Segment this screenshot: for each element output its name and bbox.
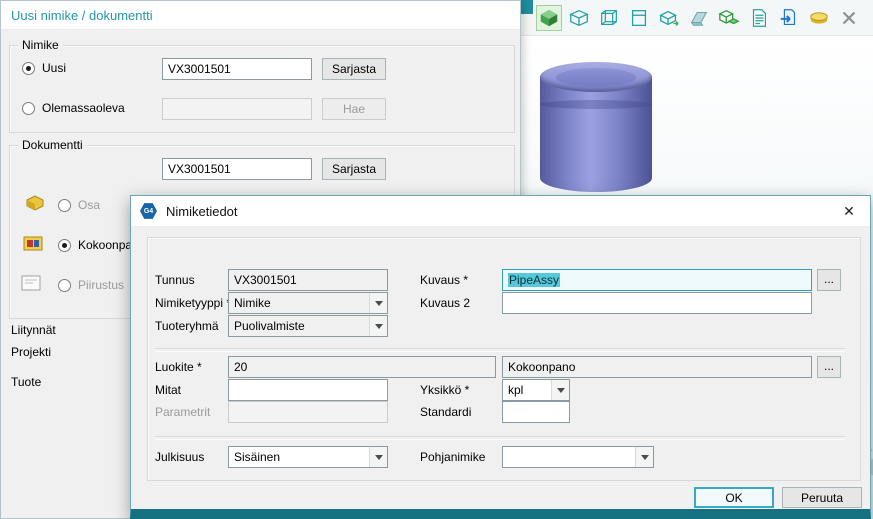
chevron-down-icon[interactable]: [369, 316, 387, 336]
luokite-label: Luokite *: [155, 360, 202, 374]
mitat-label: Mitat: [155, 383, 181, 397]
tuoteryhma-value: Puolivalmiste: [234, 319, 305, 333]
parametrit-field: [228, 401, 388, 423]
dokumentti-group-label: Dokumentti: [18, 138, 87, 152]
screen: Uusi nimike / dokumentti Nimike Uusi VX3…: [0, 0, 873, 519]
folded-sheet-icon[interactable]: [687, 6, 711, 30]
new-item-dialog-titlebar[interactable]: Uusi nimike / dokumentti: [1, 1, 520, 30]
sarjasta-button-document[interactable]: Sarjasta: [322, 158, 386, 180]
existing-item-id-input: [162, 98, 312, 120]
pohjanimike-label: Pohjanimike: [420, 450, 485, 464]
nimiketyyppi-value: Nimike: [234, 296, 271, 310]
kuvaus2-label: Kuvaus 2: [420, 296, 470, 310]
kuvaus-value-selected: PipeAssy: [508, 273, 560, 287]
open-box-icon[interactable]: [567, 6, 591, 30]
mitat-field[interactable]: [228, 379, 388, 401]
part-icon: [24, 194, 46, 212]
separator: [155, 436, 845, 440]
standardi-field[interactable]: [502, 401, 570, 423]
kuvaus-label: Kuvaus *: [420, 273, 468, 287]
delete-x-icon[interactable]: [837, 6, 861, 30]
radio-olemassaoleva-circle[interactable]: [22, 102, 35, 115]
radio-osa[interactable]: Osa: [58, 198, 100, 212]
radio-piirustus-label: Piirustus: [78, 278, 124, 292]
close-icon[interactable]: ✕: [834, 203, 864, 220]
chevron-down-icon[interactable]: [551, 380, 569, 400]
chevron-down-icon[interactable]: [369, 293, 387, 313]
luokite-description-value: Kokoonpano: [508, 360, 575, 374]
kuvaus-browse-button[interactable]: ...: [817, 269, 841, 291]
tunnus-field[interactable]: VX3001501: [228, 269, 388, 291]
box-arrow-icon[interactable]: [657, 6, 681, 30]
radio-piirustus-circle[interactable]: [58, 279, 71, 292]
model-groove: [540, 100, 652, 109]
sheet-model-icon[interactable]: [627, 6, 651, 30]
tuoteryhma-combobox[interactable]: Puolivalmiste: [228, 315, 388, 337]
yksikko-label: Yksikkö *: [420, 383, 469, 397]
chevron-down-icon[interactable]: [635, 447, 653, 467]
ok-button[interactable]: OK: [694, 487, 774, 508]
wireframe-cube-icon[interactable]: [597, 6, 621, 30]
3d-model-cylinder[interactable]: [536, 56, 656, 208]
document-lines-icon[interactable]: [747, 6, 771, 30]
tuote-label: Tuote: [11, 375, 41, 389]
assembly-doc-icon: [22, 234, 44, 252]
kuvaus2-field[interactable]: [502, 292, 812, 314]
new-part-icon[interactable]: [537, 6, 561, 30]
new-item-id-value: VX3001501: [168, 62, 231, 76]
julkisuus-combobox[interactable]: Sisäinen: [228, 446, 388, 468]
new-item-id-input[interactable]: VX3001501: [162, 58, 312, 80]
drawing-icon: [20, 274, 42, 292]
tunnus-label: Tunnus: [155, 273, 195, 287]
cancel-button[interactable]: Peruuta: [782, 487, 862, 508]
julkisuus-value: Sisäinen: [234, 450, 280, 464]
julkisuus-label: Julkisuus: [155, 450, 204, 464]
radio-osa-circle[interactable]: [58, 199, 71, 212]
yellow-plate-icon[interactable]: [807, 6, 831, 30]
export-document-icon[interactable]: [777, 6, 801, 30]
cad-window-edge: [521, 0, 533, 14]
model-top-inner-face: [556, 68, 636, 87]
new-item-dialog-title: Uusi nimike / dokumentti: [11, 8, 153, 23]
tuoteryhma-label: Tuoteryhmä: [155, 319, 219, 333]
chevron-down-icon[interactable]: [369, 447, 387, 467]
radio-olemassaoleva[interactable]: Olemassaoleva: [22, 101, 125, 115]
nimiketyyppi-combobox[interactable]: Nimike: [228, 292, 388, 314]
document-id-value: VX3001501: [168, 162, 231, 176]
nimiketyyppi-label: Nimiketyyppi *: [155, 296, 231, 310]
luokite-code-value: 20: [234, 360, 247, 374]
yksikko-value: kpl: [508, 383, 523, 397]
model-body: [540, 76, 652, 192]
pohjanimike-combobox[interactable]: [502, 446, 654, 468]
nimike-group: Nimike Uusi VX3001501 Sarjasta Olemassao…: [9, 45, 515, 133]
luokite-browse-button[interactable]: ...: [817, 356, 841, 378]
luokite-description-field[interactable]: Kokoonpano: [502, 356, 812, 378]
nimike-group-label: Nimike: [18, 38, 63, 52]
radio-piirustus[interactable]: Piirustus: [58, 278, 124, 292]
radio-olemassaoleva-label: Olemassaoleva: [42, 101, 125, 115]
sarjasta-button-item[interactable]: Sarjasta: [322, 58, 386, 80]
luokite-code-field[interactable]: 20: [228, 356, 496, 378]
radio-uusi-label: Uusi: [42, 61, 66, 75]
kuvaus-field[interactable]: PipeAssy: [502, 269, 812, 291]
document-id-input[interactable]: VX3001501: [162, 158, 312, 180]
parametrit-label: Parametrit: [155, 405, 210, 419]
item-details-dialog: G4 Nimiketiedot ✕ Tunnus VX3001501 Kuvau…: [130, 195, 871, 519]
assembly-icon[interactable]: [717, 6, 741, 30]
standardi-label: Standardi: [420, 405, 471, 419]
g4-app-icon: G4: [140, 203, 157, 220]
projekti-label: Projekti: [11, 345, 51, 359]
radio-kokoonpano-circle[interactable]: [58, 239, 71, 252]
liitynnat-label: Liitynnät: [11, 323, 56, 337]
radio-osa-label: Osa: [78, 198, 100, 212]
item-details-titlebar[interactable]: G4 Nimiketiedot ✕: [131, 196, 870, 227]
radio-uusi[interactable]: Uusi: [22, 61, 66, 75]
tunnus-value: VX3001501: [234, 273, 297, 287]
hae-button: Hae: [322, 98, 386, 120]
radio-uusi-circle[interactable]: [22, 62, 35, 75]
yksikko-combobox[interactable]: kpl: [502, 379, 570, 401]
item-details-title: Nimiketiedot: [166, 204, 238, 219]
cad-toolbar: [521, 0, 873, 36]
separator: [155, 348, 845, 352]
